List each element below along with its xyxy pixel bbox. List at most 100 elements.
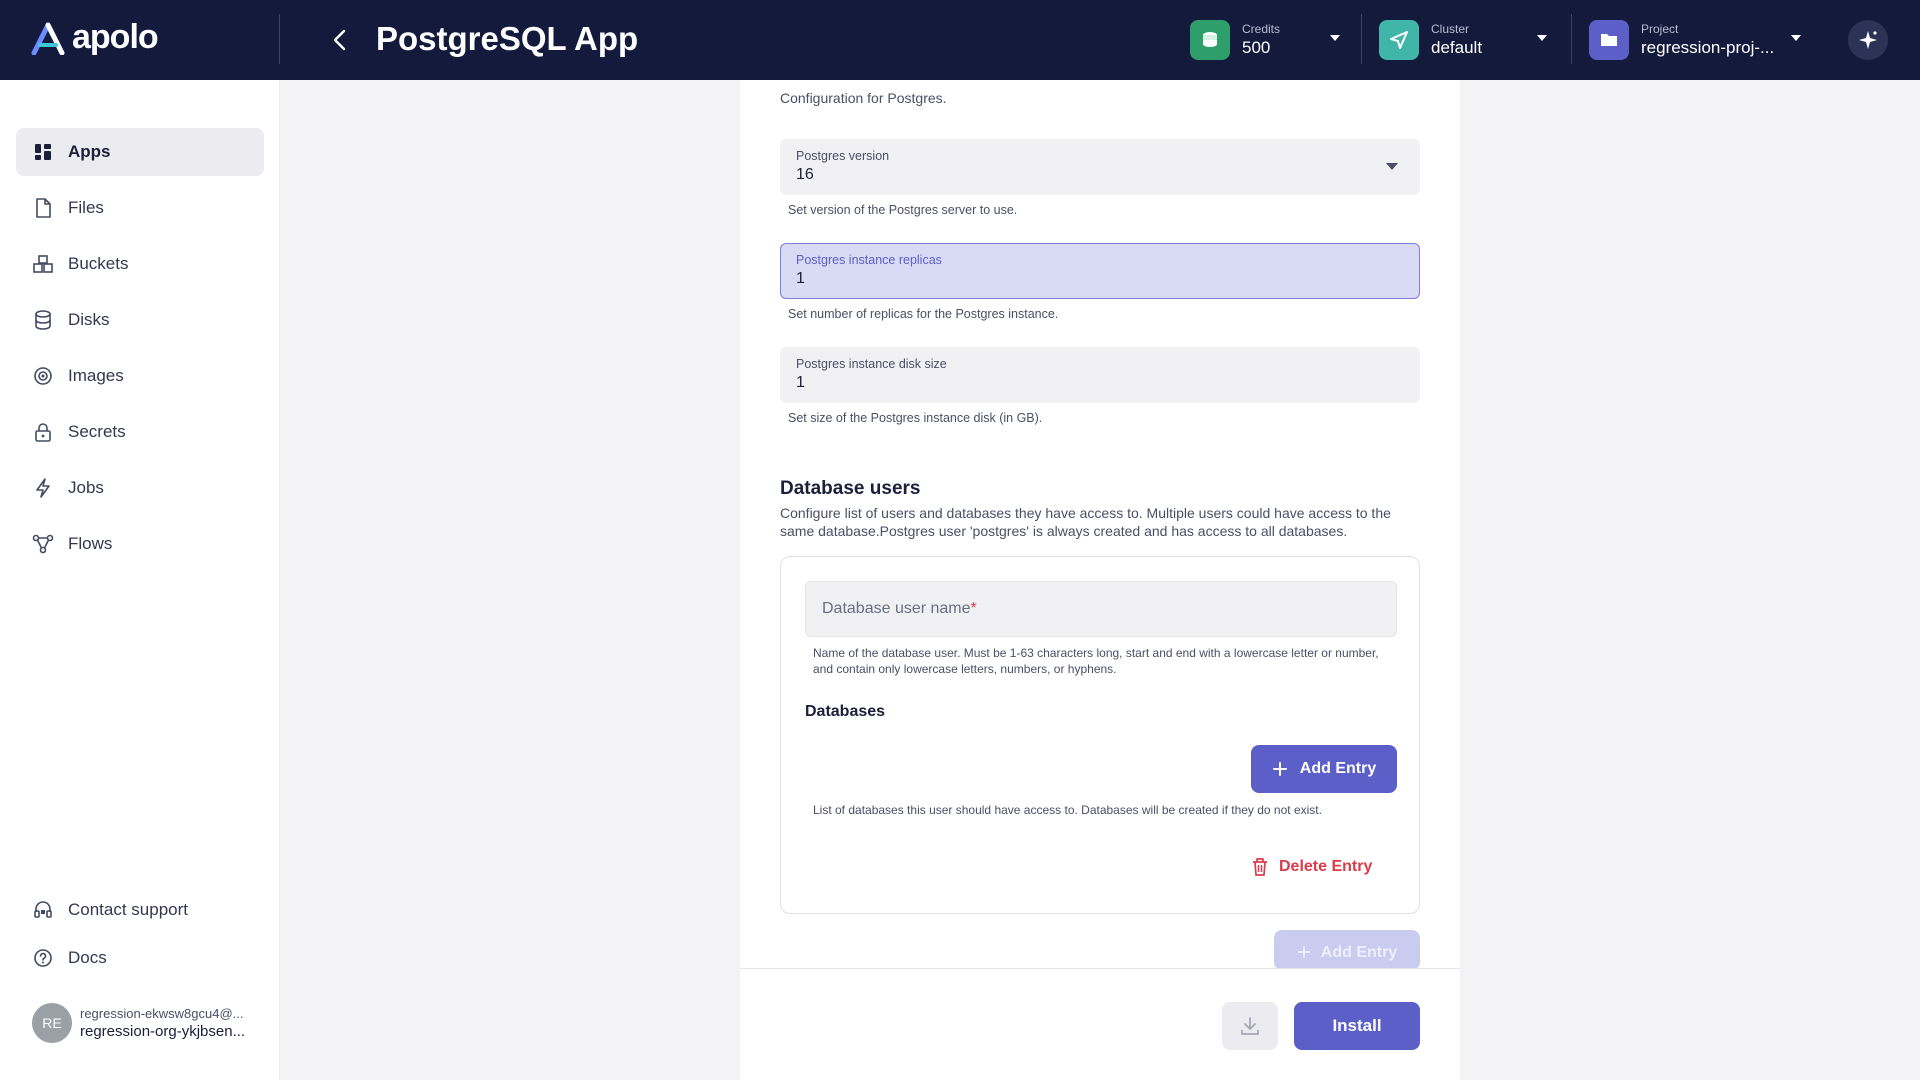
sidebar-item-apps[interactable]: Apps [16,128,264,176]
sidebar-item-label: Docs [68,948,107,967]
sidebar-item-contact-support[interactable]: Contact support [16,886,264,934]
chevron-down-icon [1791,35,1801,41]
button-label: Add Entry [1320,944,1398,961]
databases-title: Databases [805,703,886,720]
project-value: regression-proj-... [1641,38,1775,57]
add-entry-button[interactable]: Add Entry [1251,745,1397,793]
replicas-input[interactable]: Postgres instance replicas [780,243,1420,299]
cluster-label: Cluster [1431,22,1470,36]
help-circle-icon [32,947,54,969]
sidebar-item-images[interactable]: Images [16,352,264,400]
config-description: Configuration for Postgres. [780,90,947,106]
field-help: List of databases this user should have … [813,803,1322,817]
send-icon [1379,20,1419,60]
sidebar-item-label: Disks [68,310,110,329]
disk-size-input[interactable]: Postgres instance disk size [780,347,1420,403]
sidebar-item-label: Buckets [68,254,129,273]
sidebar-item-files[interactable]: Files [16,184,264,232]
sidebar-item-secrets[interactable]: Secrets [16,408,264,456]
sidebar-item-label: Files [68,198,104,217]
section-title: Database users [780,478,921,499]
chevron-down-icon [1537,35,1547,41]
button-label: Install [1332,1016,1382,1035]
project-selector[interactable]: Project regression-proj-... [1589,18,1804,62]
header-divider [279,14,280,64]
logo-text: apolo [72,18,159,56]
credits-selector[interactable]: Credits 500 [1190,18,1340,62]
sidebar-item-jobs[interactable]: Jobs [16,464,264,512]
credits-value: 500 [1242,38,1271,57]
folder-icon [1589,20,1629,60]
delete-entry-button[interactable]: Delete Entry [1251,847,1372,887]
page-title: PostgreSQL App [376,20,639,57]
section-description: Configure list of users and databases th… [780,505,1391,539]
chevron-down-icon [1386,163,1398,170]
sidebar-item-label: Images [68,366,124,385]
field-help: Set size of the Postgres instance disk (… [788,411,1043,425]
user-email: regression-ekwsw8gcu4@... [80,1006,244,1021]
sidebar-item-disks[interactable]: Disks [16,296,264,344]
database-icon [32,309,54,331]
avatar: RE [32,1003,72,1043]
sidebar-item-buckets[interactable]: Buckets [16,240,264,288]
header-divider [1361,14,1362,64]
credits-label: Credits [1242,22,1281,36]
sidebar-item-flows[interactable]: Flows [16,520,264,568]
database-user-card: Database user name * Name of the database… [780,556,1420,914]
replicas-field[interactable] [796,270,1404,288]
lock-icon [32,421,54,443]
project-label: Project [1641,22,1679,36]
user-menu[interactable]: RE regression-ekwsw8gcu4@... regression-… [32,1003,245,1043]
placeholder: Database user name [822,600,971,617]
bolt-icon [32,477,54,499]
apolo-logo-icon [31,22,65,55]
download-button[interactable] [1222,1002,1278,1050]
field-help: Set number of replicas for the Postgres … [788,307,1059,321]
image-icon [32,365,54,387]
field-label: Postgres version [796,149,890,163]
top-bar: apolo PostgreSQL App Credits 500 Cluster… [0,0,1920,80]
postgres-version-select[interactable]: Postgres version 16 [780,139,1420,195]
coins-icon [1190,20,1230,60]
field-value: 16 [796,166,814,183]
field-help: Set version of the Postgres server to us… [788,203,1018,217]
chevron-left-icon [333,29,346,51]
buckets-icon [32,253,54,275]
plus-icon [1272,762,1287,776]
app-config-panel: Configuration for Postgres. Postgres ver… [740,80,1460,1080]
database-user-name-input[interactable]: Database user name * [805,581,1397,637]
sidebar-item-label: Apps [68,142,111,161]
field-help: Name of the database user. Must be 1-63 … [813,646,1379,676]
user-org: regression-org-ykjbsen... [80,1023,246,1040]
sidebar-item-label: Flows [68,534,113,553]
disk-size-field[interactable] [796,374,1404,392]
button-label: Delete Entry [1279,858,1373,875]
back-button[interactable] [324,24,356,56]
field-label: Postgres instance replicas [796,253,942,267]
sidebar-item-docs[interactable]: Docs [16,934,264,982]
header-divider [1571,14,1572,64]
sidebar-item-label: Secrets [68,422,126,441]
sparkle-icon [1859,31,1877,49]
sidebar-item-label: Contact support [68,900,189,919]
plus-icon [1297,945,1310,959]
button-label: Add Entry [1299,760,1377,777]
apps-grid-icon [32,141,54,163]
flow-icon [32,533,54,555]
trash-icon [1253,858,1267,876]
download-icon [1241,1017,1259,1035]
sidebar: Apps Files Buckets Disks Images Secrets … [0,80,280,1080]
chevron-down-icon [1330,35,1340,41]
add-entry-outer-button[interactable]: Add Entry [1274,930,1420,970]
cluster-selector[interactable]: Cluster default [1379,18,1549,62]
cluster-value: default [1431,38,1483,57]
field-label: Postgres instance disk size [796,357,947,371]
headset-icon [32,899,54,921]
install-button[interactable]: Install [1294,1002,1420,1050]
footer-actions: Install [740,968,1460,1080]
sidebar-item-label: Jobs [68,478,104,497]
ai-assistant-button[interactable] [1848,20,1888,60]
file-icon [32,197,54,219]
required-mark: * [970,600,977,617]
apolo-logo[interactable]: apolo [30,18,159,57]
